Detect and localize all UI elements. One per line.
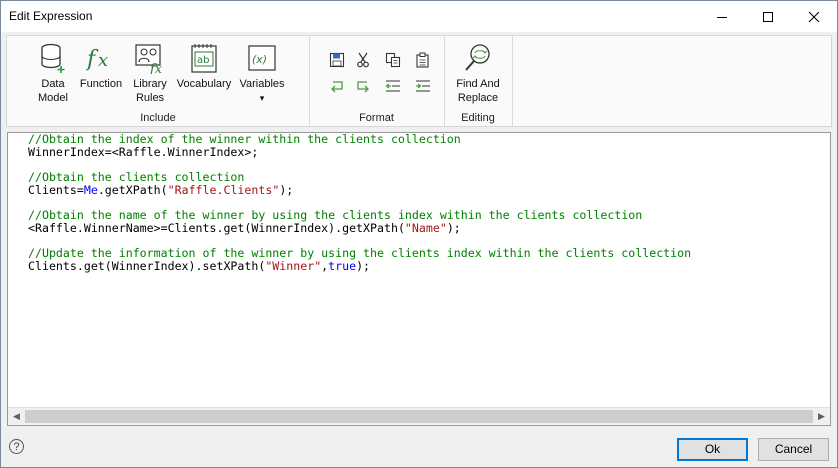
data-model-label-2: Model (38, 92, 68, 104)
undo-button[interactable] (326, 76, 348, 96)
copy-icon (385, 52, 401, 68)
code-line[interactable]: Clients=Me.getXPath("Raffle.Clients"); (28, 182, 691, 197)
svg-text:ab: ab (197, 55, 209, 66)
editing-group: Find And Replace Editing (444, 36, 513, 126)
code-token: ); (356, 258, 371, 273)
code-token: Clients.get(WinnerIndex).setXPath( (28, 258, 266, 273)
horizontal-scrollbar[interactable]: ◀ ▶ (8, 407, 830, 425)
copy-button[interactable] (382, 50, 404, 70)
vocabulary-icon: ab (191, 44, 217, 73)
find-replace-button[interactable]: Find And Replace (449, 39, 507, 105)
data-model-button[interactable]: Data Model (33, 39, 73, 105)
find-replace-label-2: Replace (457, 92, 499, 104)
window-title: Edit Expression (9, 9, 93, 23)
vocabulary-button[interactable]: ab Vocabulary (173, 39, 235, 91)
code-token: WinnerIndex=<Raffle.WinnerIndex>; (28, 144, 259, 159)
code-line[interactable]: <Raffle.WinnerName>=Clients.get(WinnerIn… (28, 220, 691, 235)
library-rules-icon: fx (135, 44, 163, 74)
editing-group-label: Editing (461, 112, 495, 124)
code-token: <Raffle.WinnerName>=Clients.get(WinnerIn… (28, 220, 405, 235)
vocabulary-label: Vocabulary (176, 78, 232, 90)
maximize-icon (763, 11, 773, 22)
cut-icon (357, 52, 369, 68)
code-token: .getXPath( (97, 182, 168, 197)
indent-button[interactable] (412, 76, 434, 96)
variables-label: Variables (239, 78, 285, 90)
scroll-right-icon: ▶ (818, 411, 825, 421)
function-button[interactable]: f x Function (76, 39, 126, 91)
scroll-left-button[interactable]: ◀ (8, 408, 25, 425)
redo-icon (357, 81, 369, 93)
dialog-footer: ? Ok Cancel (1, 429, 837, 467)
cut-button[interactable] (352, 50, 374, 70)
library-rules-label-1: Library (133, 78, 167, 90)
paste-button[interactable] (412, 50, 434, 70)
code-area[interactable]: //Obtain the index of the winner within … (28, 133, 691, 273)
find-replace-label-1: Find And (456, 78, 500, 90)
outdent-button[interactable] (382, 76, 404, 96)
find-replace-icon (465, 44, 490, 71)
scrollbar-thumb[interactable] (25, 410, 813, 423)
code-token: ); (446, 220, 461, 235)
library-rules-button[interactable]: fx Library Rules (128, 39, 172, 105)
svg-text:(x): (x) (252, 53, 267, 66)
redo-button[interactable] (352, 76, 374, 96)
title-bar[interactable]: Edit Expression (1, 1, 837, 32)
svg-text:x: x (98, 50, 108, 71)
function-label: Function (79, 78, 123, 90)
code-token: Clients= (28, 182, 84, 197)
ribbon-toolbar: Data Model f x Function fx Library Rules… (6, 35, 832, 127)
include-group: Data Model f x Function fx Library Rules… (7, 36, 310, 126)
variables-button[interactable]: (x) Variables ▾ (237, 39, 287, 105)
code-token: "Winner" (265, 258, 322, 273)
code-token: "Name" (404, 220, 447, 235)
ok-button[interactable]: Ok (677, 438, 748, 461)
expression-editor[interactable]: //Obtain the index of the winner within … (7, 132, 831, 426)
scroll-left-icon: ◀ (13, 411, 20, 421)
include-group-label: Include (140, 112, 176, 124)
code-line[interactable]: Clients.get(WinnerIndex).setXPath("Winne… (28, 260, 691, 273)
minimize-button[interactable] (699, 1, 745, 32)
help-button[interactable]: ? (9, 439, 24, 454)
format-group-label: Format (359, 112, 394, 124)
outdent-icon (385, 80, 400, 92)
data-model-label-1: Data (41, 78, 65, 90)
minimize-icon (717, 16, 727, 18)
code-token: "Raffle.Clients" (167, 182, 280, 197)
variables-icon: (x) (248, 45, 276, 71)
code-line[interactable]: WinnerIndex=<Raffle.WinnerIndex>; (28, 144, 691, 159)
close-icon (808, 11, 820, 22)
save-icon (329, 52, 345, 68)
scroll-right-button[interactable]: ▶ (813, 408, 830, 425)
cancel-button[interactable]: Cancel (758, 438, 829, 461)
fx-icon: f x (86, 47, 108, 72)
edit-expression-dialog: Edit Expression Data Model f x Function … (0, 0, 838, 468)
svg-text:fx: fx (149, 62, 163, 74)
save-button[interactable] (326, 50, 348, 70)
format-group: Format (309, 36, 445, 126)
variables-dropdown-arrow: ▾ (259, 93, 265, 103)
undo-icon (331, 81, 343, 93)
library-rules-label-2: Rules (135, 92, 165, 104)
close-button[interactable] (791, 1, 837, 32)
code-token: true (328, 258, 357, 273)
code-token: Me (83, 182, 98, 197)
maximize-button[interactable] (745, 1, 791, 32)
database-add-icon (41, 43, 65, 73)
indent-icon (416, 80, 430, 92)
paste-icon (416, 52, 429, 68)
code-token: ); (279, 182, 294, 197)
help-icon: ? (13, 441, 20, 453)
